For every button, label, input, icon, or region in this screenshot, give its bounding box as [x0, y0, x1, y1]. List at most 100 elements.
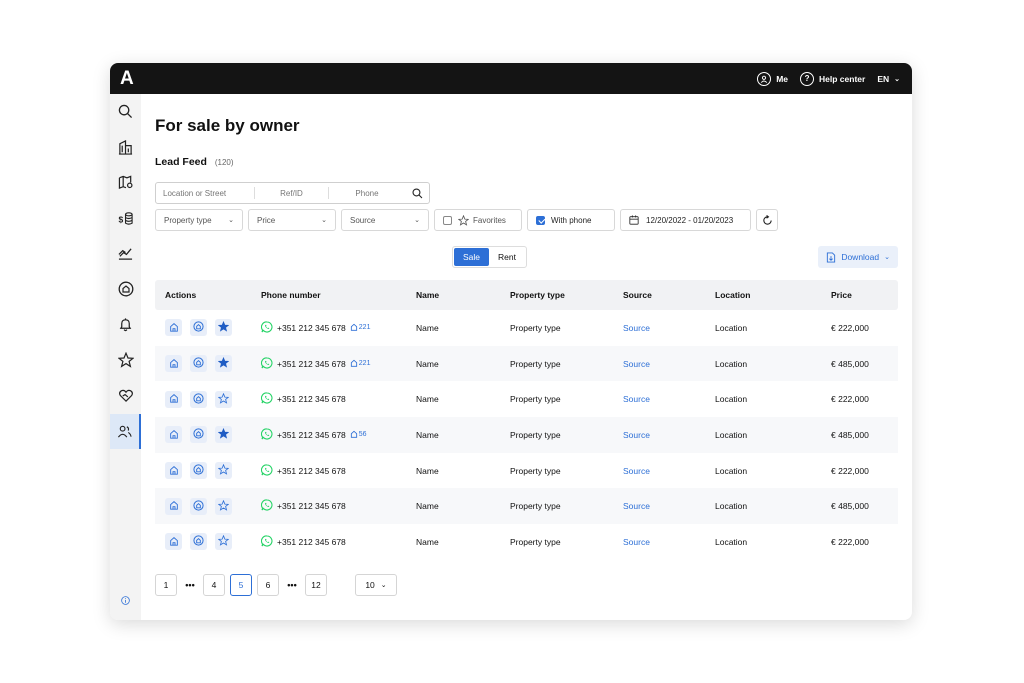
- view-property-button[interactable]: [165, 533, 182, 551]
- location-input[interactable]: [156, 183, 254, 203]
- sidebar-item-partners[interactable]: [110, 378, 141, 414]
- home-icon: [350, 359, 358, 369]
- page-button-first[interactable]: 1: [155, 574, 177, 596]
- row-property-type: Property type: [510, 394, 561, 405]
- chevron-down-icon: ⌄: [894, 75, 900, 83]
- phone-number[interactable]: +351 212 345 678: [277, 323, 346, 333]
- whatsapp-icon[interactable]: [260, 535, 273, 549]
- listing-count-badge[interactable]: 56: [350, 430, 367, 440]
- valuation-button[interactable]: [190, 426, 207, 444]
- whatsapp-icon[interactable]: [260, 428, 273, 442]
- view-property-button[interactable]: [165, 426, 182, 444]
- favorite-button[interactable]: [215, 426, 232, 444]
- row-source-link[interactable]: Source: [623, 501, 715, 511]
- table-row[interactable]: +351 212 345 678 Name Property type Sour…: [155, 453, 898, 489]
- phone-number[interactable]: +351 212 345 678: [277, 430, 346, 440]
- page-button-last[interactable]: 12: [305, 574, 327, 596]
- table-row[interactable]: +351 212 345 678 221 Name Property type …: [155, 310, 898, 346]
- favorite-button[interactable]: [215, 533, 232, 551]
- row-source-link[interactable]: Source: [623, 430, 715, 440]
- page-button-current[interactable]: 5: [230, 574, 252, 596]
- table-row[interactable]: +351 212 345 678 221 Name Property type …: [155, 345, 898, 382]
- favorites-filter[interactable]: Favorites: [434, 209, 522, 231]
- view-property-button[interactable]: [165, 497, 182, 515]
- date-range-picker[interactable]: 12/20/2022 - 01/20/2023: [620, 209, 751, 231]
- page-button-4[interactable]: 4: [203, 574, 225, 596]
- row-source-link[interactable]: Source: [623, 394, 715, 404]
- listing-count-badge[interactable]: 221: [350, 323, 370, 333]
- sidebar-item-valuation[interactable]: [110, 272, 141, 308]
- search-submit-button[interactable]: [405, 187, 429, 199]
- me-button[interactable]: Me: [757, 71, 788, 86]
- refresh-button[interactable]: [756, 209, 778, 231]
- phone-number[interactable]: +351 212 345 678: [277, 501, 346, 511]
- info-button[interactable]: [110, 592, 141, 610]
- favorite-button[interactable]: [215, 355, 232, 373]
- valuation-button[interactable]: [190, 497, 207, 515]
- row-source-link[interactable]: Source: [623, 359, 715, 369]
- row-source-link[interactable]: Source: [623, 466, 715, 476]
- valuation-button[interactable]: [190, 390, 207, 408]
- view-property-button[interactable]: [165, 462, 182, 480]
- view-property-button[interactable]: [165, 355, 182, 373]
- property-type-select[interactable]: Property type ⌄: [155, 209, 243, 231]
- view-property-button[interactable]: [165, 319, 182, 337]
- sale-toggle-button[interactable]: Sale: [454, 248, 490, 266]
- table-row[interactable]: +351 212 345 678 Name Property type Sour…: [155, 488, 898, 525]
- with-phone-filter[interactable]: With phone: [527, 209, 615, 231]
- row-source-link[interactable]: Source: [623, 537, 715, 547]
- phone-number[interactable]: +351 212 345 678: [277, 394, 346, 404]
- sidebar-item-alerts[interactable]: [110, 307, 141, 343]
- whatsapp-icon[interactable]: [260, 321, 273, 335]
- whatsapp-icon[interactable]: [260, 499, 273, 513]
- favorite-button[interactable]: [215, 462, 232, 480]
- sidebar-item-buildings[interactable]: [110, 130, 141, 166]
- favorites-checkbox[interactable]: [443, 215, 452, 225]
- row-actions: [155, 533, 261, 551]
- row-source-link[interactable]: Source: [623, 323, 715, 333]
- whatsapp-icon[interactable]: [260, 464, 273, 478]
- table-row[interactable]: +351 212 345 678 Name Property type Sour…: [155, 381, 898, 417]
- sidebar-item-favorites[interactable]: [110, 343, 141, 379]
- chevron-down-icon: ⌄: [414, 217, 420, 224]
- favorite-button[interactable]: [215, 319, 232, 337]
- per-page-select[interactable]: 10 ⌄: [355, 574, 397, 596]
- download-button[interactable]: Download ⌄: [818, 246, 898, 268]
- favorite-button[interactable]: [215, 497, 232, 515]
- sidebar-item-finance[interactable]: $: [110, 201, 141, 237]
- valuation-button[interactable]: [190, 355, 207, 373]
- price-select[interactable]: Price ⌄: [248, 209, 336, 231]
- sidebar-item-map[interactable]: [110, 165, 141, 201]
- phone-number[interactable]: +351 212 345 678: [277, 359, 346, 369]
- home-icon: [169, 536, 179, 548]
- phone-number[interactable]: +351 212 345 678: [277, 537, 346, 547]
- source-select[interactable]: Source ⌄: [341, 209, 429, 231]
- sidebar: $: [110, 94, 141, 620]
- sidebar-item-leads[interactable]: [110, 413, 141, 449]
- phone-number[interactable]: +351 212 345 678: [277, 466, 346, 476]
- star-icon: [217, 463, 230, 477]
- whatsapp-icon[interactable]: [260, 356, 273, 371]
- phone-input[interactable]: [329, 183, 405, 203]
- rent-toggle-button[interactable]: Rent: [489, 248, 525, 266]
- valuation-button[interactable]: [190, 462, 207, 480]
- row-name: Name: [416, 465, 439, 476]
- row-price: € 222,000: [831, 465, 869, 476]
- help-label: Help center: [819, 73, 866, 84]
- favorite-button[interactable]: [215, 390, 232, 408]
- with-phone-checkbox[interactable]: [536, 215, 545, 225]
- page-button-6[interactable]: 6: [257, 574, 279, 596]
- sidebar-item-market[interactable]: [110, 236, 141, 272]
- view-property-button[interactable]: [165, 390, 182, 408]
- whatsapp-icon[interactable]: [260, 392, 273, 406]
- valuation-button[interactable]: [190, 319, 207, 337]
- table-row[interactable]: +351 212 345 678 Name Property type Sour…: [155, 524, 898, 560]
- table-row[interactable]: +351 212 345 678 56 Name Property type S…: [155, 417, 898, 453]
- listing-count-badge[interactable]: 221: [350, 359, 370, 369]
- help-center-button[interactable]: ? Help center: [800, 71, 866, 86]
- app-logo[interactable]: A: [120, 69, 134, 88]
- ref-id-input[interactable]: [255, 183, 328, 203]
- sidebar-item-search[interactable]: [110, 94, 141, 130]
- language-select[interactable]: EN ⌄: [877, 74, 900, 84]
- valuation-button[interactable]: [190, 533, 207, 551]
